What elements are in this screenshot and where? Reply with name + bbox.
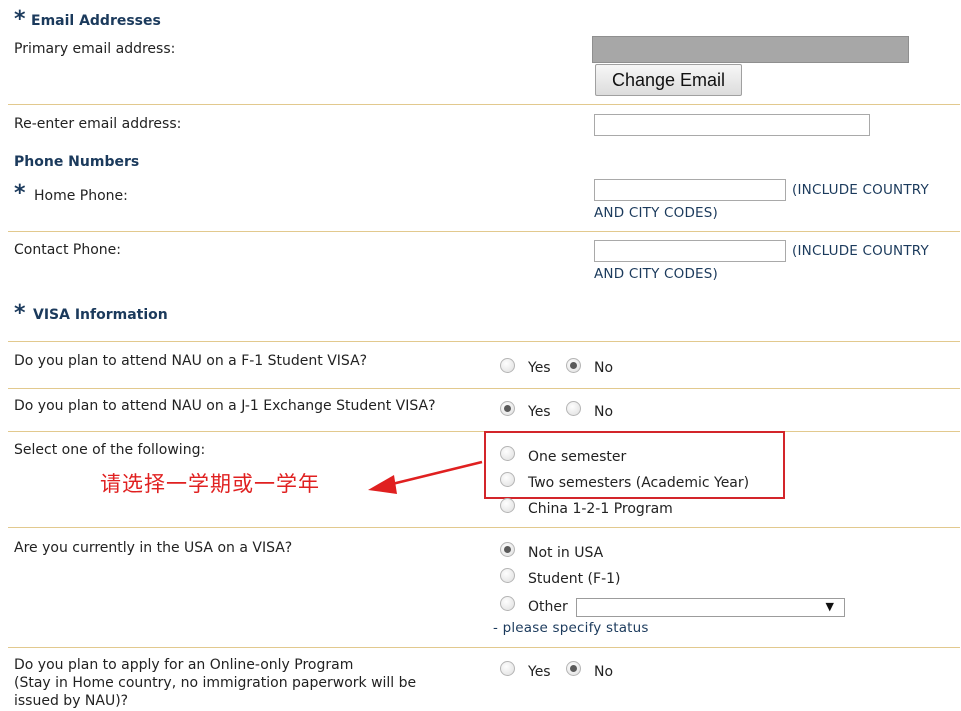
- separator: [8, 341, 960, 342]
- online-yes-radio[interactable]: [500, 661, 515, 676]
- other-status-radio[interactable]: [500, 596, 515, 611]
- online-question-line1: Do you plan to apply for an Online-only …: [14, 657, 354, 673]
- j1-yes-radio[interactable]: [500, 401, 515, 416]
- contact-phone-input[interactable]: [594, 240, 786, 262]
- reenter-email-input[interactable]: [594, 114, 870, 136]
- phone-section-title: Phone Numbers: [14, 154, 140, 170]
- two-semesters-radio[interactable]: [500, 472, 515, 487]
- change-email-button[interactable]: Change Email: [595, 64, 742, 96]
- other-status-select[interactable]: ▼: [576, 598, 845, 617]
- f1-question-label: Do you plan to attend NAU on a F-1 Stude…: [14, 353, 368, 369]
- other-status-note: - please specify status: [493, 620, 649, 636]
- separator: [8, 647, 960, 648]
- separator: [8, 104, 960, 105]
- home-phone-input[interactable]: [594, 179, 786, 201]
- visa-section-title: VISA Information: [33, 307, 168, 323]
- china-121-label: China 1-2-1 Program: [528, 501, 673, 517]
- annotation-arrow: [368, 460, 483, 494]
- j1-question-label: Do you plan to attend NAU on a J-1 Excha…: [14, 398, 436, 414]
- not-in-usa-radio[interactable]: [500, 542, 515, 557]
- contact-phone-note-line1: (INCLUDE COUNTRY: [792, 243, 929, 259]
- separator: [8, 527, 960, 528]
- one-semester-radio[interactable]: [500, 446, 515, 461]
- contact-phone-note-line2: AND CITY CODES): [594, 266, 719, 282]
- j1-yes-label: Yes: [528, 404, 551, 420]
- program-select-label: Select one of the following:: [14, 442, 206, 458]
- one-semester-label: One semester: [528, 449, 627, 465]
- home-phone-note-line2: AND CITY CODES): [594, 205, 719, 221]
- dropdown-arrow-icon: ▼: [825, 600, 834, 613]
- required-star: *: [14, 7, 26, 32]
- f1-yes-label: Yes: [528, 360, 551, 376]
- f1-no-label: No: [594, 360, 614, 376]
- student-f1-label: Student (F-1): [528, 571, 621, 587]
- online-no-label: No: [594, 664, 614, 680]
- home-phone-label: Home Phone:: [34, 188, 128, 204]
- f1-yes-radio[interactable]: [500, 358, 515, 373]
- f1-no-radio[interactable]: [566, 358, 581, 373]
- china-121-radio[interactable]: [500, 498, 515, 513]
- online-yes-label: Yes: [528, 664, 551, 680]
- required-star: *: [14, 301, 26, 326]
- other-status-label: Other: [528, 599, 568, 615]
- contact-phone-label: Contact Phone:: [14, 242, 122, 258]
- primary-email-field: [592, 36, 909, 63]
- reenter-email-label: Re-enter email address:: [14, 116, 182, 132]
- online-no-radio[interactable]: [566, 661, 581, 676]
- j1-no-radio[interactable]: [566, 401, 581, 416]
- not-in-usa-label: Not in USA: [528, 545, 604, 561]
- two-semesters-label: Two semesters (Academic Year): [528, 475, 750, 491]
- online-question-line2: (Stay in Home country, no immigration pa…: [14, 675, 417, 691]
- required-star: *: [14, 181, 26, 206]
- separator: [8, 388, 960, 389]
- in-usa-question-label: Are you currently in the USA on a VISA?: [14, 540, 293, 556]
- chinese-annotation: 请选择一学期或一学年: [100, 472, 320, 496]
- home-phone-note-line1: (INCLUDE COUNTRY: [792, 182, 929, 198]
- online-question-line3: issued by NAU)?: [14, 693, 129, 709]
- j1-no-label: No: [594, 404, 614, 420]
- email-section-title: Email Addresses: [31, 13, 161, 29]
- primary-email-label: Primary email address:: [14, 41, 176, 57]
- separator: [8, 231, 960, 232]
- student-f1-radio[interactable]: [500, 568, 515, 583]
